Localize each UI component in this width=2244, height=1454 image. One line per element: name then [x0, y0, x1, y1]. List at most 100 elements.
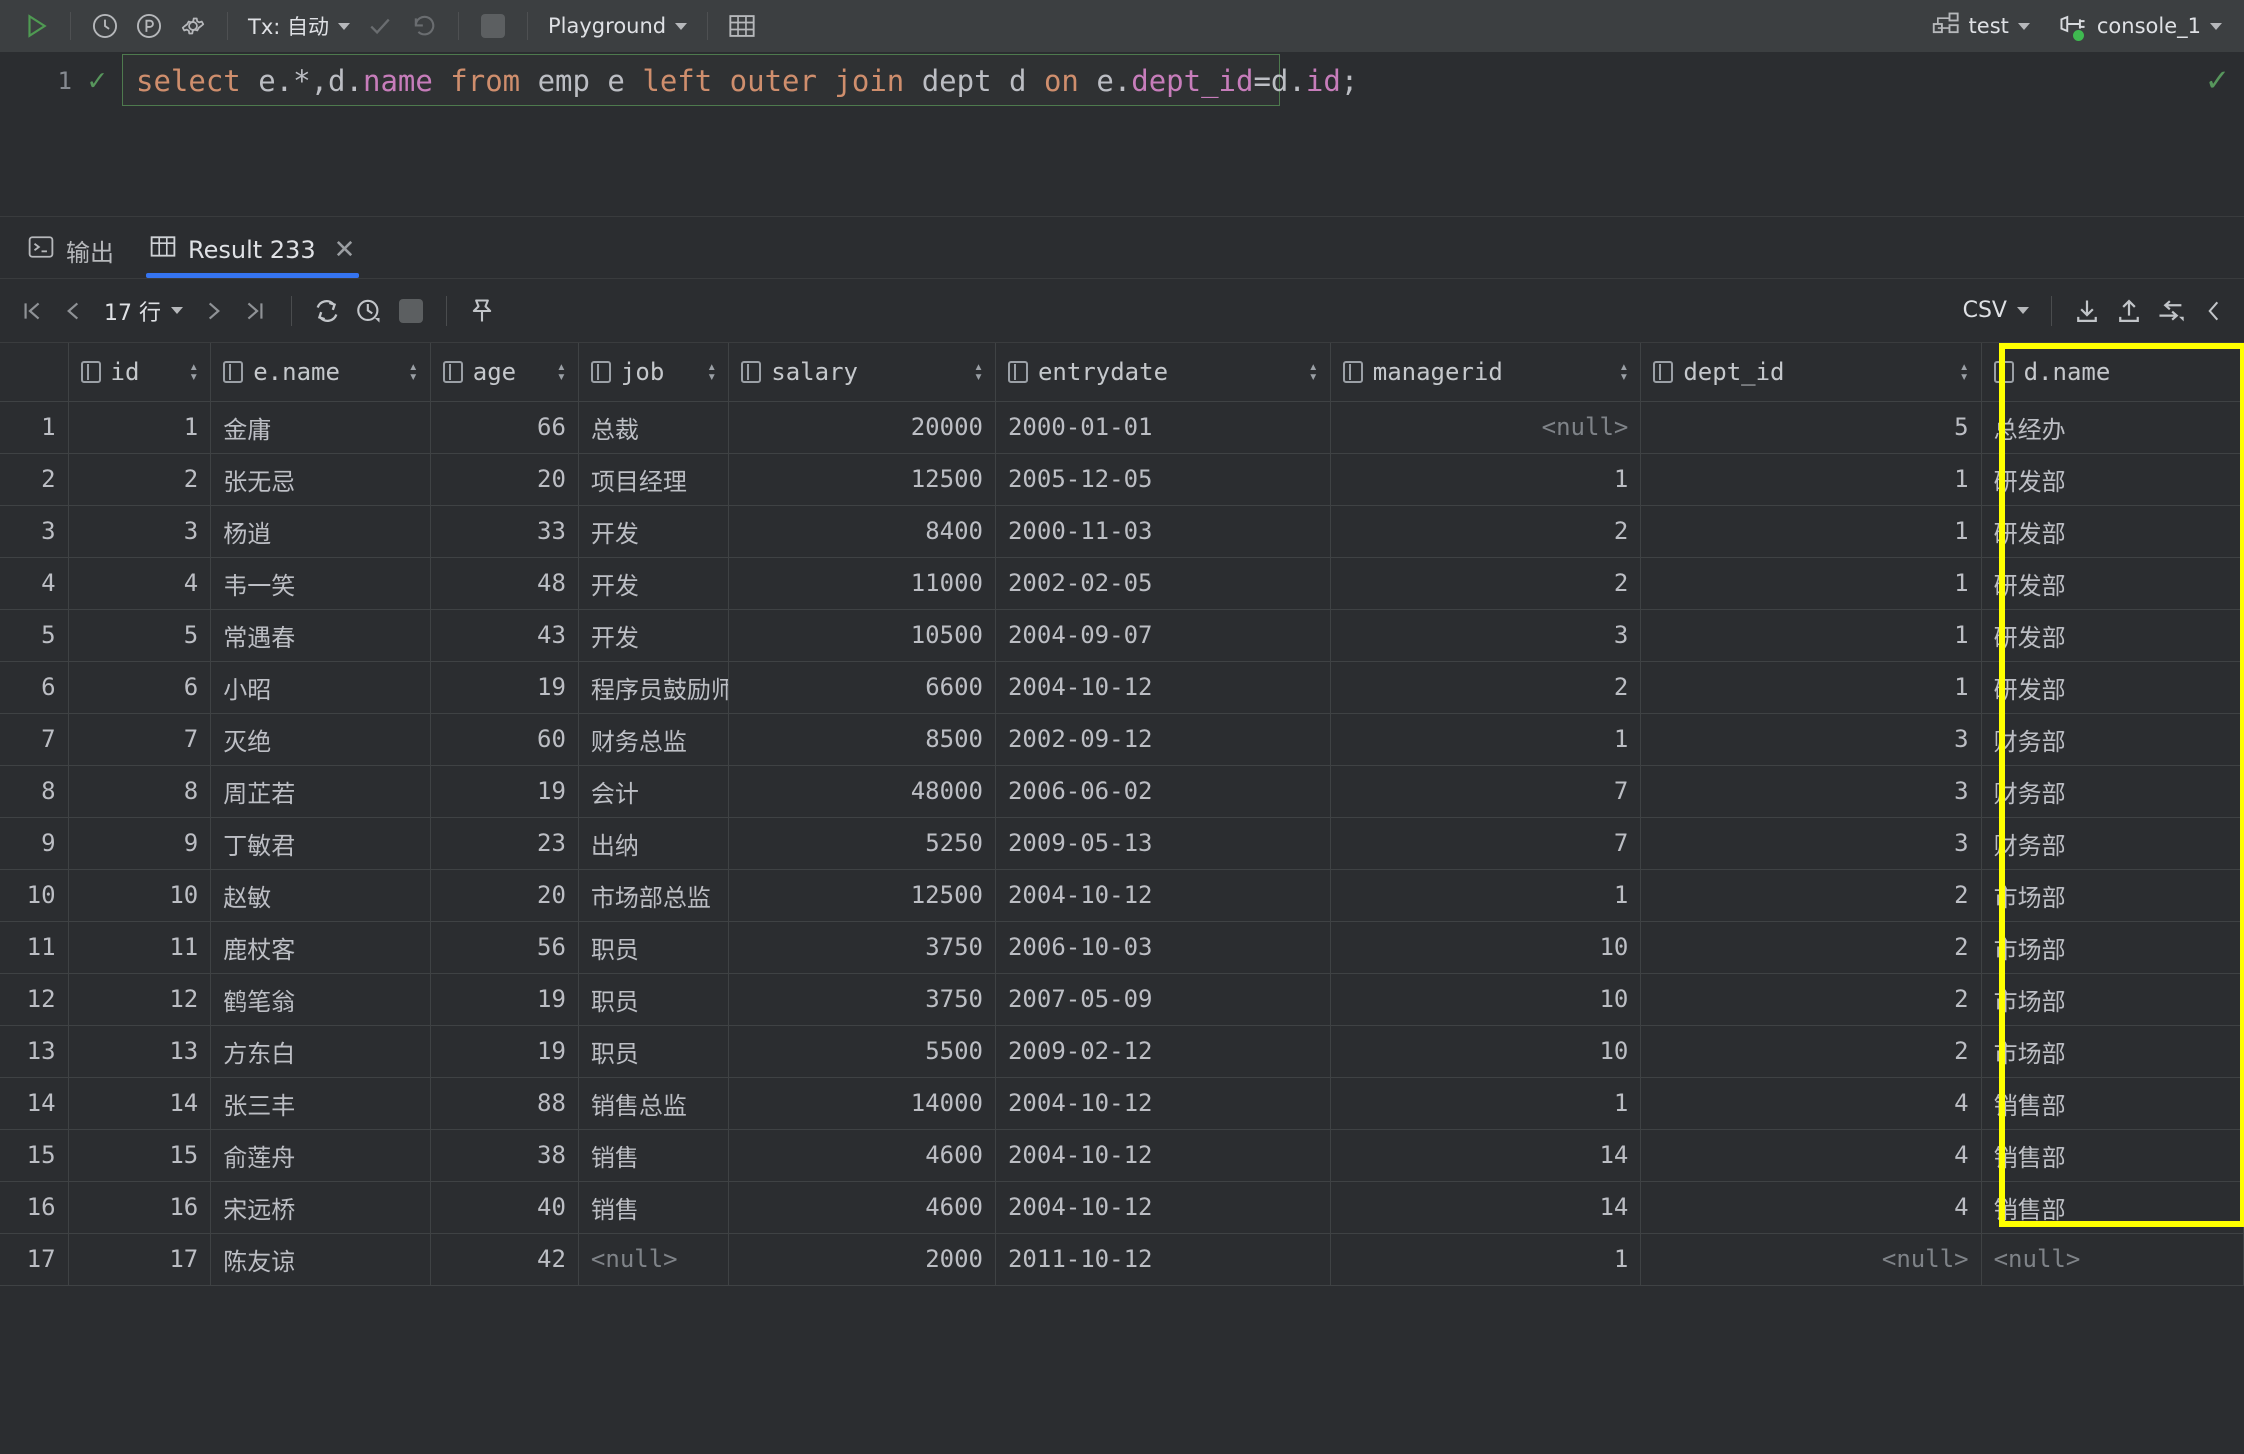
close-icon[interactable]: ✕: [334, 235, 356, 265]
cell-salary[interactable]: 12500: [728, 869, 996, 922]
cell-age[interactable]: 40: [430, 1181, 579, 1234]
cell-id[interactable]: 9: [68, 817, 212, 870]
cell-d-name[interactable]: 市场部: [1981, 869, 2244, 922]
cell-entrydate[interactable]: 2004-10-12: [995, 1129, 1331, 1182]
table-row[interactable]: 17 17 陈友谅 42 <null> 2000 2011-10-12 1 <null> <nul…: [0, 1233, 2244, 1286]
run-icon[interactable]: [14, 6, 58, 46]
table-row[interactable]: 11 11 鹿杖客 56 职员 3750 2006-10-03 10 2 市场部: [0, 921, 2244, 974]
cell-d-name[interactable]: 销售部: [1981, 1077, 2244, 1130]
cell-id[interactable]: 1: [68, 401, 212, 454]
cell-job[interactable]: 会计: [578, 765, 730, 818]
cell-e-name[interactable]: 赵敏: [210, 869, 431, 922]
cell-job[interactable]: 出纳: [578, 817, 730, 870]
sort-arrow-icon[interactable]: ▴ ▾: [1619, 359, 1628, 383]
cell-salary[interactable]: 48000: [728, 765, 996, 818]
cell-age[interactable]: 20: [430, 453, 579, 506]
inspection-ok-icon[interactable]: ✓: [2205, 64, 2230, 99]
table-row[interactable]: 6 6 小昭 19 程序员鼓励师 6600 2004-10-12 2 1 研发部: [0, 661, 2244, 714]
console-select[interactable]: console_1: [2050, 6, 2230, 46]
cell-id[interactable]: 8: [68, 765, 212, 818]
cell-entrydate[interactable]: 2009-02-12: [995, 1025, 1331, 1078]
cell-entrydate[interactable]: 2009-05-13: [995, 817, 1331, 870]
cell-e-name[interactable]: 宋远桥: [210, 1181, 431, 1234]
cell-job[interactable]: <null>: [578, 1233, 730, 1286]
cell-age[interactable]: 19: [430, 765, 579, 818]
cell-entrydate[interactable]: 2000-01-01: [995, 401, 1331, 454]
cell-managerid[interactable]: 14: [1330, 1181, 1642, 1234]
cell-salary[interactable]: 4600: [728, 1129, 996, 1182]
prev-page-icon[interactable]: [52, 290, 94, 332]
cell-entrydate[interactable]: 2006-06-02: [995, 765, 1331, 818]
cell-dept_id[interactable]: 3: [1640, 713, 1982, 766]
cell-job[interactable]: 职员: [578, 973, 730, 1026]
more-options-icon[interactable]: [2192, 290, 2234, 332]
cell-age[interactable]: 66: [430, 401, 579, 454]
tab-output[interactable]: 输出: [10, 222, 132, 278]
cell-e-name[interactable]: 陈友谅: [210, 1233, 431, 1286]
cell-e-name[interactable]: 丁敏君: [210, 817, 431, 870]
cell-id[interactable]: 7: [68, 713, 212, 766]
stop-icon[interactable]: [471, 6, 515, 46]
cell-e-name[interactable]: 金庸: [210, 401, 431, 454]
cell-dept_id[interactable]: 4: [1640, 1181, 1982, 1234]
cell-id[interactable]: 2: [68, 453, 212, 506]
cell-id[interactable]: 11: [68, 921, 212, 974]
cell-salary[interactable]: 3750: [728, 973, 996, 1026]
cell-d-name[interactable]: 财务部: [1981, 817, 2244, 870]
cell-salary[interactable]: 8400: [728, 505, 996, 558]
column-header-id[interactable]: id ▴ ▾: [68, 343, 212, 402]
cell-dept_id[interactable]: 1: [1640, 609, 1982, 662]
cell-dept_id[interactable]: 2: [1640, 921, 1982, 974]
cell-age[interactable]: 19: [430, 1025, 579, 1078]
cell-id[interactable]: 12: [68, 973, 212, 1026]
download-icon[interactable]: [2066, 290, 2108, 332]
cell-d-name[interactable]: 总经办: [1981, 401, 2244, 454]
cell-age[interactable]: 19: [430, 973, 579, 1026]
sort-arrow-icon[interactable]: ▴ ▾: [974, 359, 983, 383]
sort-arrow-icon[interactable]: ▴ ▾: [189, 359, 198, 383]
cell-e-name[interactable]: 灭绝: [210, 713, 431, 766]
cell-job[interactable]: 开发: [578, 557, 730, 610]
cell-id[interactable]: 6: [68, 661, 212, 714]
cell-age[interactable]: 19: [430, 661, 579, 714]
schema-select[interactable]: Playground: [540, 6, 695, 46]
cell-d-name[interactable]: 研发部: [1981, 505, 2244, 558]
settings-icon[interactable]: [171, 6, 215, 46]
cell-job[interactable]: 项目经理: [578, 453, 730, 506]
cell-d-name[interactable]: 销售部: [1981, 1181, 2244, 1234]
sort-arrow-icon[interactable]: ▴ ▾: [1309, 359, 1318, 383]
cell-age[interactable]: 42: [430, 1233, 579, 1286]
cell-dept_id[interactable]: 3: [1640, 765, 1982, 818]
cell-job[interactable]: 开发: [578, 609, 730, 662]
cell-d-name[interactable]: 市场部: [1981, 921, 2244, 974]
cell-id[interactable]: 10: [68, 869, 212, 922]
cell-d-name[interactable]: 市场部: [1981, 1025, 2244, 1078]
cell-e-name[interactable]: 鹿杖客: [210, 921, 431, 974]
column-header-job[interactable]: job ▴ ▾: [578, 343, 730, 402]
sort-arrow-icon[interactable]: ▴ ▾: [557, 359, 566, 383]
column-header-d-name[interactable]: d.name: [1981, 343, 2244, 402]
cell-managerid[interactable]: 10: [1330, 973, 1642, 1026]
cell-managerid[interactable]: 14: [1330, 1129, 1642, 1182]
cell-managerid[interactable]: <null>: [1330, 401, 1642, 454]
cell-managerid[interactable]: 2: [1330, 505, 1642, 558]
cell-dept_id[interactable]: 2: [1640, 973, 1982, 1026]
sql-text[interactable]: select e.*,d.name from emp e left outer …: [122, 64, 1358, 98]
cell-entrydate[interactable]: 2004-10-12: [995, 1077, 1331, 1130]
cell-id[interactable]: 14: [68, 1077, 212, 1130]
cell-entrydate[interactable]: 2005-12-05: [995, 453, 1331, 506]
cell-managerid[interactable]: 2: [1330, 661, 1642, 714]
table-row[interactable]: 12 12 鹤笔翁 19 职员 3750 2007-05-09 10 2 市场部: [0, 973, 2244, 1026]
column-header-entrydate[interactable]: entrydate ▴ ▾: [995, 343, 1331, 402]
cell-managerid[interactable]: 3: [1330, 609, 1642, 662]
cell-dept_id[interactable]: 5: [1640, 401, 1982, 454]
cell-age[interactable]: 56: [430, 921, 579, 974]
cell-salary[interactable]: 10500: [728, 609, 996, 662]
row-count-select[interactable]: 17 行: [94, 295, 193, 327]
cell-d-name[interactable]: 研发部: [1981, 453, 2244, 506]
next-page-icon[interactable]: [193, 290, 235, 332]
sql-editor[interactable]: 1 ✓ select e.*,d.name from emp e left ou…: [0, 52, 2244, 110]
upload-icon[interactable]: [2108, 290, 2150, 332]
cell-e-name[interactable]: 俞莲舟: [210, 1129, 431, 1182]
cell-dept_id[interactable]: 3: [1640, 817, 1982, 870]
